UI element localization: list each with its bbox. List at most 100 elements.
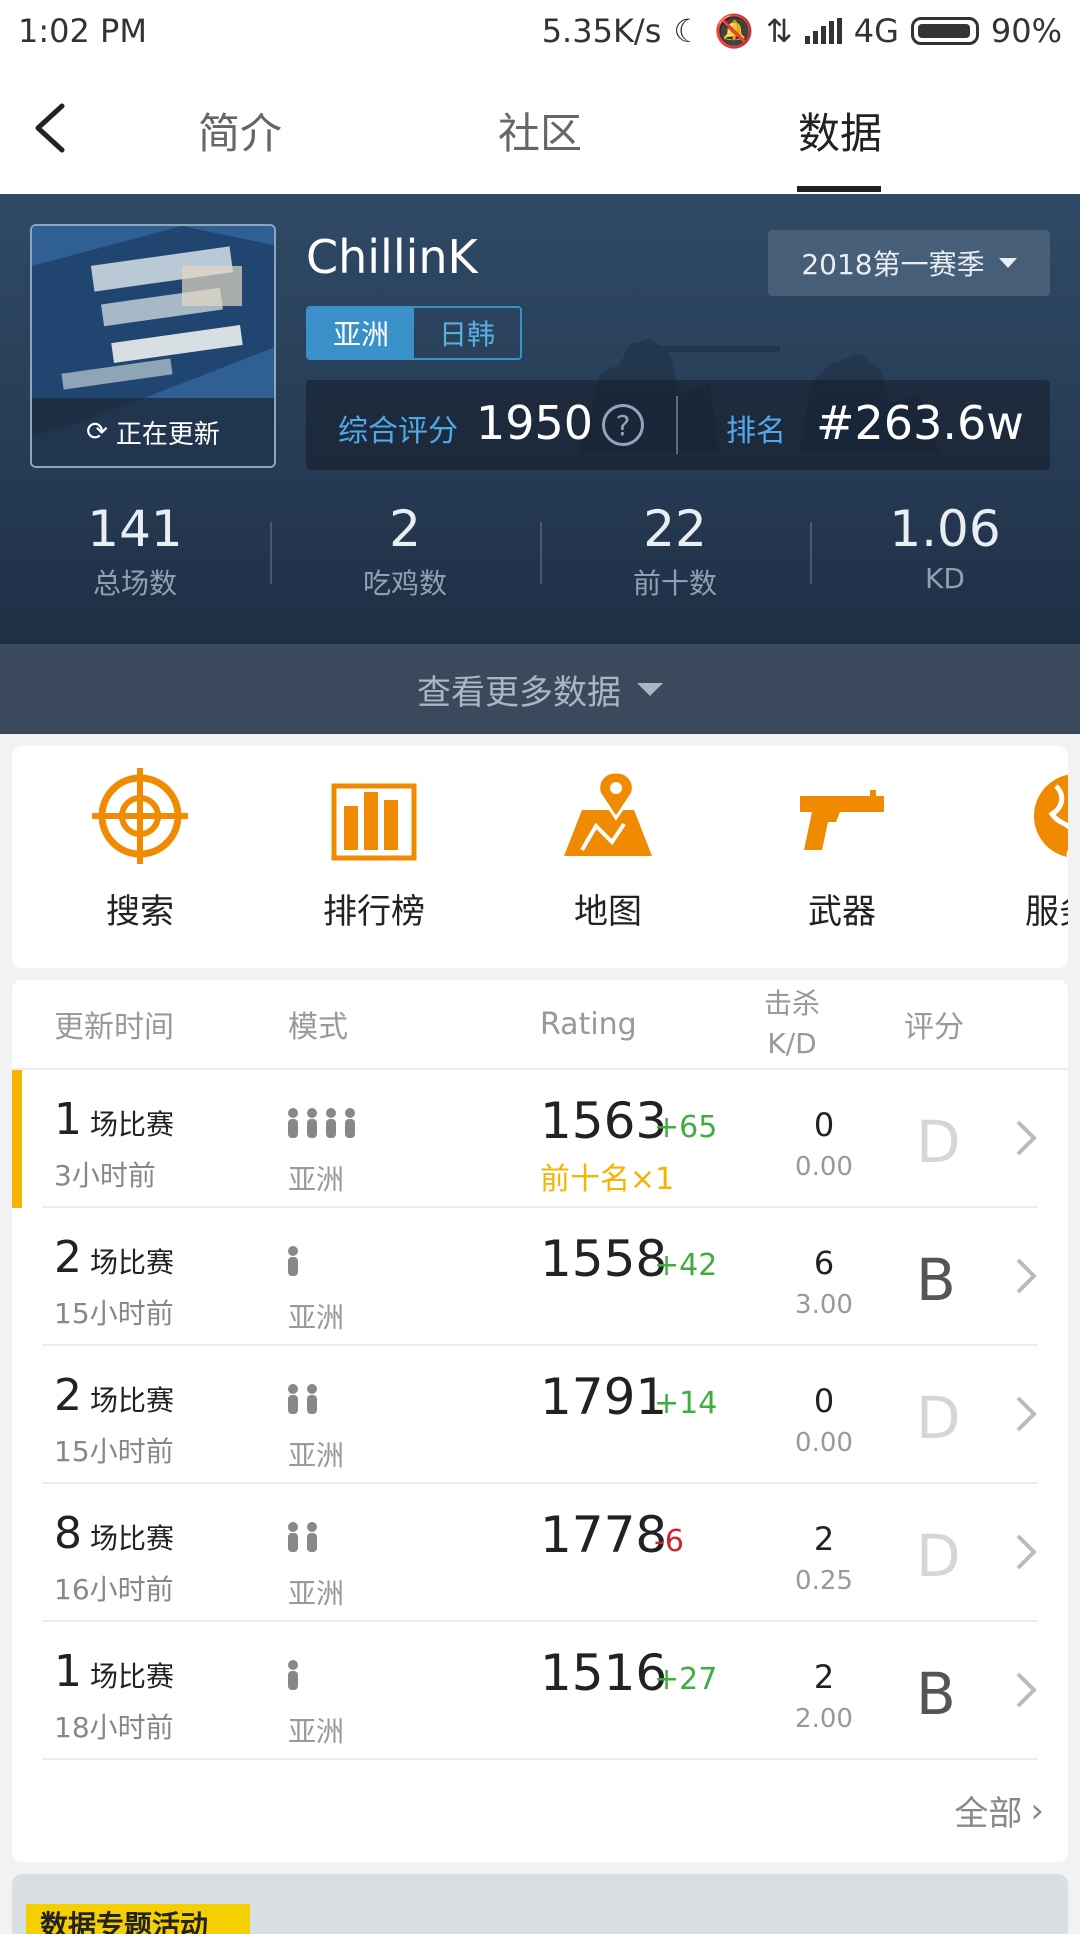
match-region: 亚洲 bbox=[288, 1577, 345, 1610]
stat-value: 2 bbox=[389, 500, 421, 558]
stat-label: 吃鸡数 bbox=[362, 567, 447, 600]
match-time: 3小时前 bbox=[54, 1159, 156, 1192]
menu-label: 地图 bbox=[574, 892, 642, 932]
match-kd: 2.00 bbox=[795, 1704, 853, 1734]
match-grade: D bbox=[916, 1108, 961, 1176]
menu-map[interactable]: 地图 bbox=[508, 766, 708, 956]
match-rating: 1778 bbox=[540, 1506, 668, 1564]
help-icon[interactable]: ? bbox=[602, 404, 644, 446]
stat-chicken-dinners: 2 吃鸡数 bbox=[270, 500, 540, 610]
match-count: 2 场比赛 bbox=[54, 1232, 174, 1283]
chevron-down-icon bbox=[998, 258, 1017, 268]
header-grade: 评分 bbox=[904, 1010, 964, 1045]
match-rating: 1558 bbox=[540, 1230, 668, 1288]
team-size-icons bbox=[286, 1660, 300, 1694]
match-row[interactable]: 2 场比赛 15小时前 亚洲 1791 +14 0 0.00 D bbox=[12, 1346, 1068, 1484]
tab-data[interactable]: 数据 bbox=[798, 100, 882, 161]
player-icon bbox=[305, 1522, 319, 1556]
rank-value: #263.6w bbox=[816, 396, 1024, 450]
match-count-unit: 场比赛 bbox=[90, 1522, 175, 1555]
player-icon bbox=[286, 1522, 300, 1556]
match-kd: 0.00 bbox=[795, 1428, 853, 1458]
bar-chart-icon bbox=[331, 783, 417, 861]
stat-kd: 1.06 KD bbox=[810, 500, 1080, 610]
header-update-time: 更新时间 bbox=[54, 1010, 174, 1045]
region-toggle: 亚洲 日韩 bbox=[306, 306, 522, 360]
match-grade: B bbox=[916, 1660, 956, 1728]
match-row[interactable]: 1 场比赛 3小时前 亚洲 1563 +65 前十名×1 0 0.00 D bbox=[12, 1070, 1068, 1208]
mute-icon: 🔕 bbox=[714, 12, 754, 50]
match-rating: 1563 bbox=[540, 1092, 668, 1150]
player-avatar[interactable]: ⟳ 正在更新 bbox=[30, 224, 276, 468]
season-dropdown[interactable]: 2018第一赛季 bbox=[768, 230, 1050, 296]
team-size-icons bbox=[286, 1108, 357, 1142]
top-ten-note: 前十名×1 bbox=[540, 1162, 675, 1197]
menu-search[interactable]: 搜索 bbox=[40, 766, 240, 956]
match-count: 2 场比赛 bbox=[54, 1370, 174, 1421]
top-nav-bar: 简介 社区 数据 bbox=[0, 62, 1080, 194]
pistol-icon bbox=[800, 790, 884, 850]
view-more-data-button[interactable]: 查看更多数据 bbox=[0, 644, 1080, 734]
match-grade: D bbox=[916, 1522, 961, 1590]
match-grade: B bbox=[916, 1246, 956, 1314]
header-kd: K/D bbox=[767, 1027, 817, 1060]
match-kills: 6 bbox=[813, 1244, 835, 1282]
match-count-number: 2 bbox=[54, 1232, 82, 1283]
match-region: 亚洲 bbox=[288, 1301, 345, 1334]
player-profile-header: ⟳ 正在更新 ChillinK 亚洲 日韩 2018第一赛季 综合评分 1950… bbox=[0, 194, 1080, 644]
team-size-icons bbox=[286, 1522, 319, 1556]
updating-label: 正在更新 bbox=[115, 419, 220, 450]
summary-stats: 141 总场数 2 吃鸡数 22 前十数 1.06 KD bbox=[0, 500, 1080, 610]
player-icon bbox=[305, 1384, 319, 1418]
match-count-unit: 场比赛 bbox=[90, 1660, 175, 1693]
stat-label: 总场数 bbox=[92, 567, 177, 600]
match-region: 亚洲 bbox=[288, 1715, 345, 1748]
stat-value: 22 bbox=[643, 500, 707, 558]
match-count-number: 1 bbox=[54, 1646, 82, 1697]
match-kd: 0.25 bbox=[795, 1566, 853, 1596]
chevron-right-icon bbox=[1016, 1396, 1037, 1432]
match-row[interactable]: 2 场比赛 15小时前 亚洲 1558 +42 6 3.00 B bbox=[12, 1208, 1068, 1346]
rating-summary: 综合评分 1950 ? 排名 #263.6w bbox=[306, 380, 1050, 470]
player-icon bbox=[286, 1108, 300, 1142]
menu-label: 武器 bbox=[808, 892, 876, 932]
view-all-link[interactable]: 全部 › bbox=[954, 1786, 1044, 1835]
match-count-number: 8 bbox=[54, 1508, 82, 1559]
chevron-right-icon bbox=[1016, 1534, 1037, 1570]
event-banner[interactable]: 数据专题活动 bbox=[12, 1874, 1068, 1934]
region-jpkr-button[interactable]: 日韩 bbox=[414, 308, 520, 358]
match-row[interactable]: 1 场比赛 18小时前 亚洲 1516 +27 2 2.00 B bbox=[12, 1622, 1068, 1760]
tab-community[interactable]: 社区 bbox=[498, 100, 582, 161]
chevron-right-icon bbox=[1016, 1258, 1037, 1294]
match-kills: 0 bbox=[813, 1382, 835, 1420]
region-asia-button[interactable]: 亚洲 bbox=[308, 308, 414, 358]
match-time: 18小时前 bbox=[54, 1711, 174, 1744]
match-region: 亚洲 bbox=[288, 1163, 345, 1196]
match-rating: 1516 bbox=[540, 1644, 668, 1702]
match-count-unit: 场比赛 bbox=[90, 1108, 175, 1141]
signal-icon bbox=[804, 18, 842, 44]
crosshair-icon bbox=[92, 768, 188, 864]
menu-weapons[interactable]: 武器 bbox=[742, 766, 942, 956]
player-icon bbox=[286, 1246, 300, 1280]
header-kills-kd: 击杀 K/D bbox=[764, 980, 820, 1068]
tab-intro[interactable]: 简介 bbox=[198, 100, 282, 161]
network-speed: 5.35K/s bbox=[541, 12, 662, 50]
status-icons: 5.35K/s ☾ 🔕 ⇅ 4G 90% bbox=[542, 12, 1062, 50]
network-type: 4G bbox=[853, 12, 899, 50]
match-count-unit: 场比赛 bbox=[90, 1384, 175, 1417]
rating-delta: +65 bbox=[654, 1110, 718, 1145]
globe-icon bbox=[1034, 774, 1068, 860]
player-icon bbox=[305, 1108, 319, 1142]
menu-servers[interactable]: 服务器 bbox=[976, 766, 1068, 956]
back-arrow-icon[interactable] bbox=[24, 98, 84, 158]
match-count-number: 1 bbox=[54, 1094, 82, 1145]
match-time: 15小时前 bbox=[54, 1297, 174, 1330]
stat-total-matches: 141 总场数 bbox=[0, 500, 270, 610]
match-count: 8 场比赛 bbox=[54, 1508, 174, 1559]
header-rating: Rating bbox=[540, 1006, 637, 1042]
match-time: 15小时前 bbox=[54, 1435, 174, 1468]
player-name: ChillinK bbox=[306, 230, 478, 284]
match-row[interactable]: 8 场比赛 16小时前 亚洲 1778 -6 2 0.25 D bbox=[12, 1484, 1068, 1622]
menu-leaderboard[interactable]: 排行榜 bbox=[274, 766, 474, 956]
